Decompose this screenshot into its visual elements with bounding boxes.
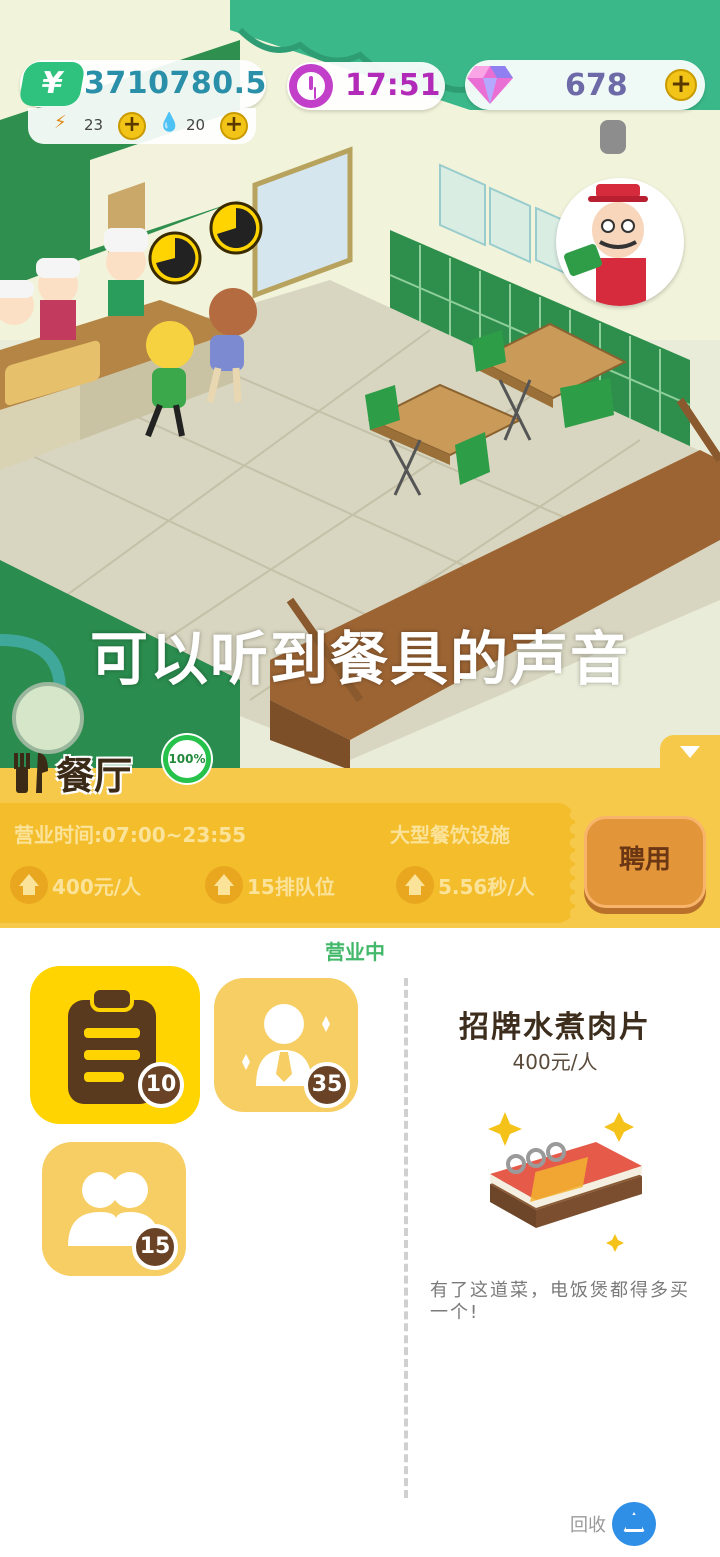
business-status: 营业中 [325, 940, 385, 964]
menu-count-badge: 10 [138, 1062, 184, 1108]
recycle-icon [612, 1502, 656, 1546]
price-per-person: 400元/人 [52, 874, 142, 899]
energy-value: 23 [84, 116, 104, 134]
add-water-button[interactable]: + [220, 112, 248, 140]
hall-title: 餐厅 [8, 745, 132, 800]
subtitle-caption: 可以听到餐具的声音 [89, 625, 630, 693]
dish-name: 招牌水煮肉片 [459, 1010, 651, 1045]
serve-speed: 5.56秒/人 [438, 874, 535, 899]
upgrade-arrow-icon [396, 866, 434, 904]
water-icon: 💧 [158, 112, 181, 133]
business-hours: 营业时间:07:00~23:55 [14, 823, 247, 847]
collapse-panel-button[interactable] [660, 735, 720, 775]
hire-button[interactable]: 聘用 [584, 816, 706, 908]
time-display: 17:51 [287, 62, 445, 110]
boss-portrait-icon [564, 184, 648, 306]
recycle-button[interactable]: 回收 [570, 1502, 656, 1546]
clock-icon [289, 64, 333, 108]
upgrade-arrow-icon [10, 866, 48, 904]
speed-stat: 5.56秒/人 [396, 866, 535, 904]
dish-description: 有了这道菜，电饭煲都得多买一个! [430, 1280, 690, 1323]
time-value: 17:51 [345, 68, 441, 103]
money-display[interactable]: ¥ 3710780.5 [18, 60, 267, 108]
dish-price: 400元/人 [512, 1050, 598, 1074]
customers-count-badge: 15 [132, 1224, 178, 1270]
boss-avatar[interactable] [556, 178, 684, 306]
price-stat: 400元/人 [10, 866, 141, 904]
water-value: 20 [186, 116, 206, 134]
customers-card[interactable]: 15 [42, 1142, 186, 1276]
game-scene[interactable]: ¥ 3710780.5 ⚡ 23 + 💧 20 + 17:51 678 + 可以… [0, 0, 720, 770]
waiter-card[interactable]: 35 [214, 978, 358, 1112]
money-icon: ¥ [18, 62, 86, 106]
menu-card[interactable]: 10 [30, 966, 200, 1124]
waiter-count-badge: 35 [304, 1062, 350, 1108]
resource-bar: ⚡ 23 + 💧 20 + [28, 108, 256, 144]
recipe-book-icon[interactable] [486, 1112, 646, 1262]
gem-icon [467, 66, 513, 104]
queue-stat: 15排队位 [205, 866, 335, 904]
add-energy-button[interactable]: + [118, 112, 146, 140]
energy-icon: ⚡ [54, 112, 67, 133]
facility-type: 大型餐饮设施 [390, 823, 510, 847]
recycle-label: 回收 [570, 1515, 606, 1536]
add-gems-button[interactable]: + [665, 69, 697, 101]
gem-display[interactable]: 678 + [465, 60, 705, 110]
hall-progress: 100% [163, 735, 211, 783]
queue-slots: 15排队位 [247, 874, 335, 899]
upgrade-arrow-icon [205, 866, 243, 904]
restaurant-info-ticket: 营业时间:07:00~23:55 大型餐饮设施 [0, 803, 581, 923]
utensil-icon [14, 752, 48, 793]
panel-divider [404, 978, 408, 1498]
hall-name: 餐厅 [56, 754, 133, 798]
money-value: 3710780.5 [84, 66, 267, 101]
gem-value: 678 [565, 68, 628, 103]
